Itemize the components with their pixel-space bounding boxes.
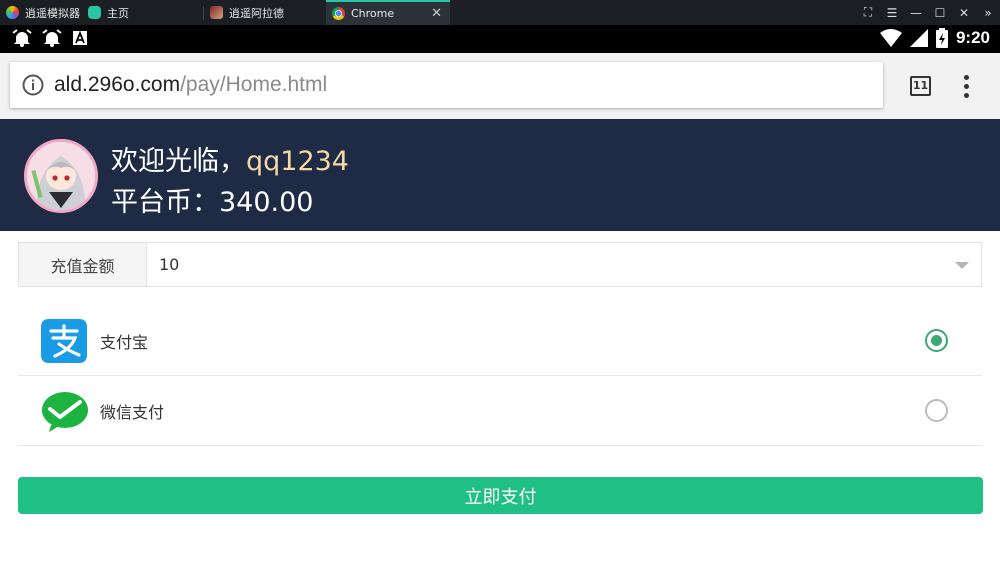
welcome-prefix: 欢迎光临， <box>111 146 246 177</box>
chevron-down-icon <box>955 262 969 269</box>
browser-toolbar: ald.296o.com/pay/Home.html 11 <box>0 53 1000 119</box>
tab-switcher-button[interactable]: 11 <box>910 76 931 96</box>
alipay-icon <box>41 318 87 363</box>
url-host: ald.296o.com <box>54 73 181 96</box>
amount-select[interactable]: 充值金额 10 <box>18 242 982 287</box>
close-tab-icon[interactable]: ✕ <box>431 6 442 21</box>
overflow-menu-icon[interactable] <box>962 75 970 98</box>
url-text: ald.296o.com/pay/Home.html <box>54 73 327 97</box>
payment-option-wechat[interactable]: 微信支付 <box>18 376 982 446</box>
avatar <box>24 139 98 213</box>
screenshot-icon[interactable]: ⛶ <box>856 5 880 20</box>
emulator-tab-label: 逍遥模拟器 <box>25 6 80 20</box>
emulator-logo-icon <box>6 6 19 19</box>
alarm-icon <box>12 29 32 47</box>
font-a-icon <box>73 30 87 45</box>
game-app-icon <box>210 6 223 19</box>
avatar-image <box>27 142 95 210</box>
menu-icon[interactable]: ☰ <box>880 6 904 20</box>
window-controls: ⛶ ☰ — ☐ ✕ » <box>856 0 1000 25</box>
welcome-text: 欢迎光临，qq1234 <box>111 139 349 178</box>
home-app-icon <box>88 6 101 19</box>
info-icon[interactable] <box>22 74 44 96</box>
emulator-tab-main[interactable]: 逍遥模拟器 <box>0 0 82 25</box>
payment-option-label: 微信支付 <box>100 402 165 422</box>
alipay-radio[interactable] <box>925 329 948 352</box>
signal-icon <box>909 29 928 47</box>
alarm-icon <box>42 29 62 47</box>
address-bar[interactable]: ald.296o.com/pay/Home.html <box>10 62 883 108</box>
payment-option-alipay[interactable]: 支付宝 <box>18 306 982 376</box>
battery-charging-icon <box>935 28 948 48</box>
minimize-icon[interactable]: — <box>904 6 928 20</box>
emulator-tab-chrome[interactable]: Chrome ✕ <box>326 0 450 25</box>
emulator-tab-home[interactable]: 主页 <box>82 0 202 25</box>
close-window-icon[interactable]: ✕ <box>952 6 976 20</box>
android-status-bar: 9:20 <box>0 25 1000 53</box>
pay-now-button[interactable]: 立即支付 <box>18 477 983 514</box>
emulator-title-bar: 逍遥模拟器 主页 逍遥阿拉德 Chrome ✕ ⛶ ☰ — ☐ ✕ » <box>0 0 1000 25</box>
username: qq1234 <box>246 146 349 177</box>
url-path: /pay/Home.html <box>180 73 328 96</box>
platform-coin-balance: 平台币：340.00 <box>111 187 314 218</box>
emulator-tab-label: 主页 <box>107 6 129 20</box>
emulator-tab-label: Chrome <box>351 7 395 20</box>
emulator-tab-game[interactable]: 逍遥阿拉德 <box>204 0 324 25</box>
amount-dropdown[interactable]: 10 <box>147 243 981 286</box>
chrome-icon <box>332 7 345 20</box>
wechat-icon <box>42 391 88 432</box>
amount-label: 充值金额 <box>19 243 147 286</box>
sidebar-expand-icon[interactable]: » <box>976 6 1000 20</box>
maximize-icon[interactable]: ☐ <box>928 6 952 20</box>
amount-value: 10 <box>159 255 180 274</box>
user-header: 欢迎光临，qq1234 平台币：340.00 <box>0 119 1000 231</box>
payment-option-label: 支付宝 <box>100 332 149 352</box>
emulator-tab-label: 逍遥阿拉德 <box>229 6 284 20</box>
status-clock: 9:20 <box>955 28 990 47</box>
wechat-radio[interactable] <box>925 399 948 422</box>
wifi-icon <box>879 29 902 47</box>
